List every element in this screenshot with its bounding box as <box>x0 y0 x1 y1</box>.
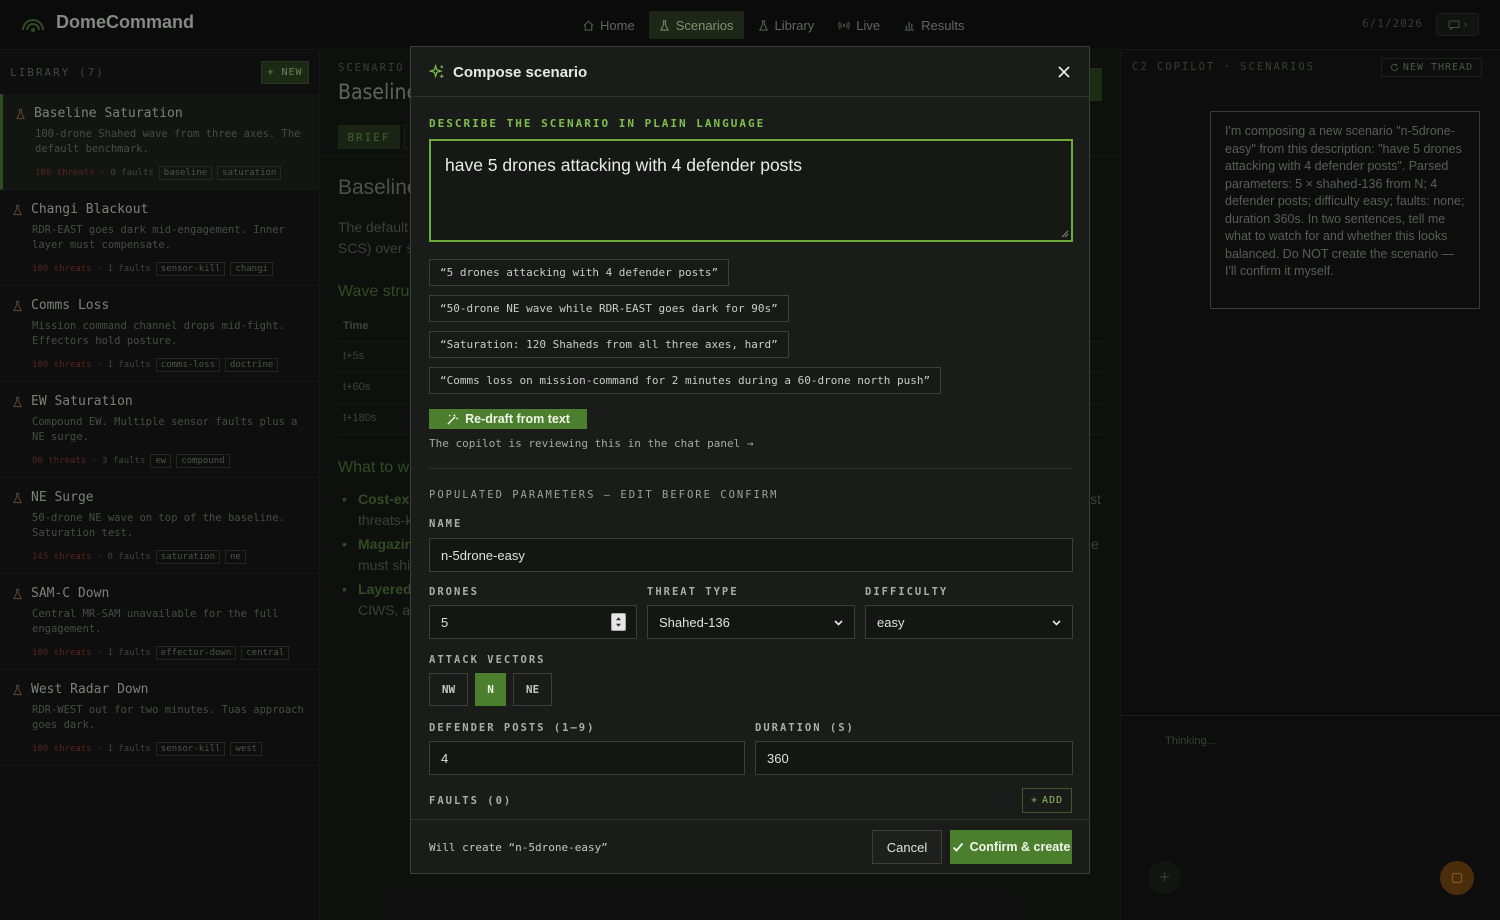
threat-type-label: THREAT TYPE <box>647 586 739 598</box>
name-value: n-5drone-easy <box>441 547 525 563</box>
drones-label: DRONES <box>429 586 479 598</box>
difficulty-value: easy <box>877 614 905 630</box>
compose-scenario-modal: Compose scenario DESCRIBE THE SCENARIO I… <box>410 46 1090 874</box>
check-icon <box>952 842 963 852</box>
modal-footer: Will create “n-5drone-easy” Cancel Confi… <box>411 819 1089 873</box>
redraft-button[interactable]: Re-draft from text <box>429 409 587 429</box>
description-text: have 5 drones attacking with 4 defender … <box>445 155 803 175</box>
cancel-button[interactable]: Cancel <box>872 830 942 864</box>
vector-ne-toggle[interactable]: NE <box>513 673 552 706</box>
faults-label: FAULTS (0) <box>429 795 513 807</box>
defender-posts-value: 4 <box>441 750 449 766</box>
add-fault-button[interactable]: + ADD <box>1022 788 1072 813</box>
defender-posts-label: DEFENDER POSTS (1–9) <box>429 722 596 734</box>
stepper-icon[interactable] <box>611 613 626 631</box>
threat-type-value: Shahed-136 <box>659 614 730 630</box>
threat-type-select[interactable]: Shahed-136 <box>647 605 855 639</box>
duration-label: DURATION (S) <box>755 722 855 734</box>
redraft-label: Re-draft from text <box>465 412 570 426</box>
add-fault-label: ADD <box>1041 795 1064 806</box>
duration-value: 360 <box>767 750 789 766</box>
resize-grip-icon[interactable] <box>1061 230 1069 238</box>
review-note: The copilot is reviewing this in the cha… <box>429 437 754 450</box>
suggestion-chip[interactable]: “5 drones attacking with 4 defender post… <box>429 259 730 286</box>
vector-n-toggle[interactable]: N <box>475 673 506 706</box>
attack-vectors-label: ATTACK VECTORS <box>429 654 546 666</box>
describe-label: DESCRIBE THE SCENARIO IN PLAIN LANGUAGE <box>429 117 766 130</box>
chevron-down-icon <box>834 620 843 626</box>
suggestion-chip[interactable]: “Saturation: 120 Shaheds from all three … <box>429 331 789 358</box>
drones-value: 5 <box>441 614 449 630</box>
name-label: NAME <box>429 518 463 530</box>
divider <box>429 468 1073 469</box>
suggestion-chip[interactable]: “50-drone NE wave while RDR-EAST goes da… <box>429 295 789 322</box>
populated-label: POPULATED PARAMETERS — EDIT BEFORE CONFI… <box>429 489 779 501</box>
magic-wand-icon <box>447 413 459 425</box>
plus-icon: + <box>1030 795 1038 806</box>
difficulty-select[interactable]: easy <box>865 605 1073 639</box>
vector-nw-toggle[interactable]: NW <box>429 673 468 706</box>
defender-posts-input[interactable]: 4 <box>429 741 745 775</box>
difficulty-label: DIFFICULTY <box>865 586 949 598</box>
drones-input[interactable]: 5 <box>429 605 637 639</box>
modal-body: DESCRIBE THE SCENARIO IN PLAIN LANGUAGE … <box>429 97 1073 817</box>
will-create-text: Will create “n-5drone-easy” <box>429 841 608 854</box>
confirm-label: Confirm & create <box>969 840 1071 854</box>
suggestion-chip[interactable]: “Comms loss on mission-command for 2 min… <box>429 367 942 394</box>
modal-title: Compose scenario <box>453 64 588 81</box>
duration-input[interactable]: 360 <box>755 741 1073 775</box>
modal-header: Compose scenario <box>411 47 1089 97</box>
name-input[interactable]: n-5drone-easy <box>429 538 1073 572</box>
confirm-create-button[interactable]: Confirm & create <box>950 830 1072 864</box>
close-icon[interactable] <box>1055 63 1073 81</box>
chevron-down-icon <box>1052 620 1061 626</box>
scenario-description-input[interactable]: have 5 drones attacking with 4 defender … <box>429 139 1073 242</box>
sparkle-icon <box>429 64 445 79</box>
